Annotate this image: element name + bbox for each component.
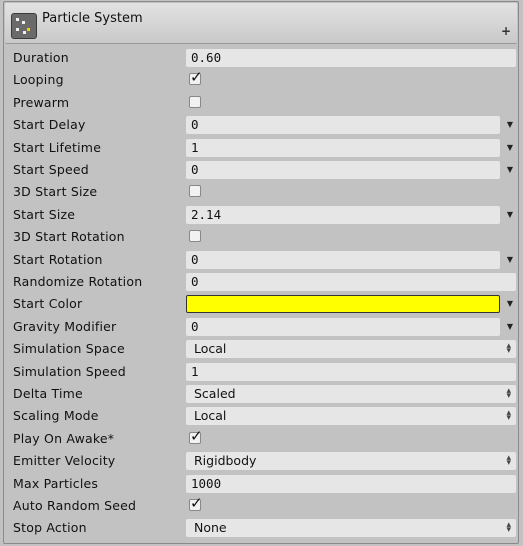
property-label: Delta Time (13, 386, 83, 401)
property-row-start-speed: Start Speed 0 ▼ (5, 158, 517, 180)
check-icon: ✓ (190, 494, 203, 512)
property-row-start-color: Start Color ▼ (5, 292, 517, 314)
property-label: Start Color (13, 296, 83, 312)
property-row-play-on-awake: Play On Awake* ✓ (5, 427, 517, 449)
randomize-rotation-field[interactable]: 0 (186, 273, 516, 291)
check-icon: ✓ (190, 426, 203, 445)
start-size-field[interactable]: 2.14 (186, 205, 500, 224)
triangle-down-icon[interactable]: ▼ (507, 210, 513, 219)
property-label: Looping (13, 72, 64, 88)
property-label: 3D Start Size (13, 184, 98, 200)
property-label: Simulation Space (13, 341, 125, 357)
property-row-start-lifetime: Start Lifetime 1 ▼ (5, 136, 517, 158)
property-label: Prewarm (13, 94, 70, 110)
property-label: Start Lifetime (13, 139, 102, 155)
component-title: Particle System (42, 11, 143, 26)
updown-arrows-icon: ▴ ▾ (506, 520, 511, 536)
delta-time-dropdown[interactable]: Scaled ▴ ▾ (186, 385, 516, 403)
property-label: 3D Start Rotation (13, 229, 125, 245)
emitter-velocity-dropdown[interactable]: Rigidbody ▴ ▾ (186, 452, 516, 471)
property-label: Start Delay (13, 117, 86, 133)
max-particles-field[interactable]: 1000 (186, 474, 516, 493)
dropdown-value: Local (194, 408, 227, 424)
check-icon: ✓ (190, 68, 203, 87)
property-label: Simulation Speed (13, 363, 126, 379)
property-label: Start Size (13, 206, 76, 222)
property-row-start-size: Start Size 2.14 ▼ (5, 203, 517, 225)
component-header[interactable]: Particle System + (5, 3, 517, 44)
property-label: Start Rotation (13, 251, 103, 267)
property-label: Duration (13, 50, 69, 65)
start-rotation-field[interactable]: 0 (186, 250, 500, 269)
property-label: Stop Action (13, 520, 87, 536)
property-label: Randomize Rotation (13, 274, 143, 289)
property-label: Emitter Velocity (13, 453, 116, 469)
triangle-down-icon[interactable]: ▼ (507, 143, 513, 152)
property-label: Scaling Mode (13, 408, 99, 424)
property-label: Auto Random Seed (13, 498, 137, 513)
simulation-space-dropdown[interactable]: Local ▴ ▾ (186, 340, 516, 359)
property-row-simulation-speed: Simulation Speed 1 (5, 360, 517, 382)
scaling-mode-dropdown[interactable]: Local ▴ ▾ (186, 407, 516, 426)
property-row-start-rotation: Start Rotation 0 ▼ (5, 248, 517, 270)
duration-field[interactable]: 0.60 (186, 49, 516, 67)
start-color-swatch[interactable] (186, 295, 500, 314)
looping-checkbox[interactable]: ✓ (189, 68, 203, 86)
property-row-scaling-mode: Scaling Mode Local ▴ ▾ (5, 404, 517, 426)
triangle-down-icon[interactable]: ▼ (507, 299, 513, 308)
property-row-stop-action: Stop Action None ▴ ▾ (5, 516, 517, 538)
property-row-simulation-space: Simulation Space Local ▴ ▾ (5, 337, 517, 359)
property-row-max-particles: Max Particles 1000 (5, 472, 517, 494)
start-delay-field[interactable]: 0 (186, 116, 500, 135)
3d-start-size-checkbox[interactable] (189, 185, 201, 198)
property-row-prewarm: Prewarm (5, 91, 517, 113)
start-lifetime-field[interactable]: 1 (186, 138, 500, 157)
dropdown-value: None (194, 520, 227, 536)
dropdown-value: Local (194, 341, 227, 357)
auto-random-seed-checkbox[interactable]: ✓ (189, 494, 203, 512)
property-label: Gravity Modifier (13, 318, 117, 334)
dropdown-value: Scaled (194, 386, 236, 401)
updown-arrows-icon: ▴ ▾ (506, 341, 511, 357)
property-row-auto-random-seed: Auto Random Seed ✓ (5, 494, 517, 516)
property-row-looping: Looping ✓ (5, 68, 517, 90)
triangle-down-icon[interactable]: ▼ (507, 165, 513, 174)
property-row-start-delay: Start Delay 0 ▼ (5, 113, 517, 135)
start-speed-field[interactable]: 0 (186, 161, 500, 179)
prewarm-checkbox[interactable] (189, 95, 201, 108)
play-on-awake-checkbox[interactable]: ✓ (189, 427, 203, 445)
updown-arrows-icon: ▴ ▾ (506, 453, 511, 469)
property-row-3d-start-size: 3D Start Size (5, 180, 517, 202)
updown-arrows-icon: ▴ ▾ (506, 408, 511, 424)
property-row-gravity-modifier: Gravity Modifier 0 ▼ (5, 315, 517, 337)
particle-system-icon (11, 13, 37, 39)
property-row-randomize-rotation: Randomize Rotation 0 (5, 270, 517, 292)
stop-action-dropdown[interactable]: None ▴ ▾ (186, 519, 516, 538)
property-label: Max Particles (13, 475, 99, 491)
triangle-down-icon[interactable]: ▼ (507, 255, 513, 264)
property-row-delta-time: Delta Time Scaled ▴ ▾ (5, 382, 517, 404)
particle-system-inspector: Particle System + Duration 0.60 Looping ✓ Pr… (3, 1, 519, 544)
dropdown-value: Rigidbody (194, 453, 257, 469)
property-row-duration: Duration 0.60 (5, 46, 517, 68)
updown-arrows-icon: ▴ ▾ (506, 386, 511, 401)
property-row-3d-start-rotation: 3D Start Rotation (5, 225, 517, 247)
property-label: Start Speed (13, 162, 89, 177)
simulation-speed-field[interactable]: 1 (186, 362, 516, 381)
property-row-emitter-velocity: Emitter Velocity Rigidbody ▴ ▾ (5, 449, 517, 471)
3d-start-rotation-checkbox[interactable] (189, 230, 201, 243)
triangle-down-icon[interactable]: ▼ (507, 322, 513, 331)
gravity-modifier-field[interactable]: 0 (186, 317, 500, 336)
add-icon[interactable]: + (501, 24, 511, 38)
property-label: Play On Awake* (13, 430, 115, 446)
triangle-down-icon[interactable]: ▼ (507, 120, 513, 129)
